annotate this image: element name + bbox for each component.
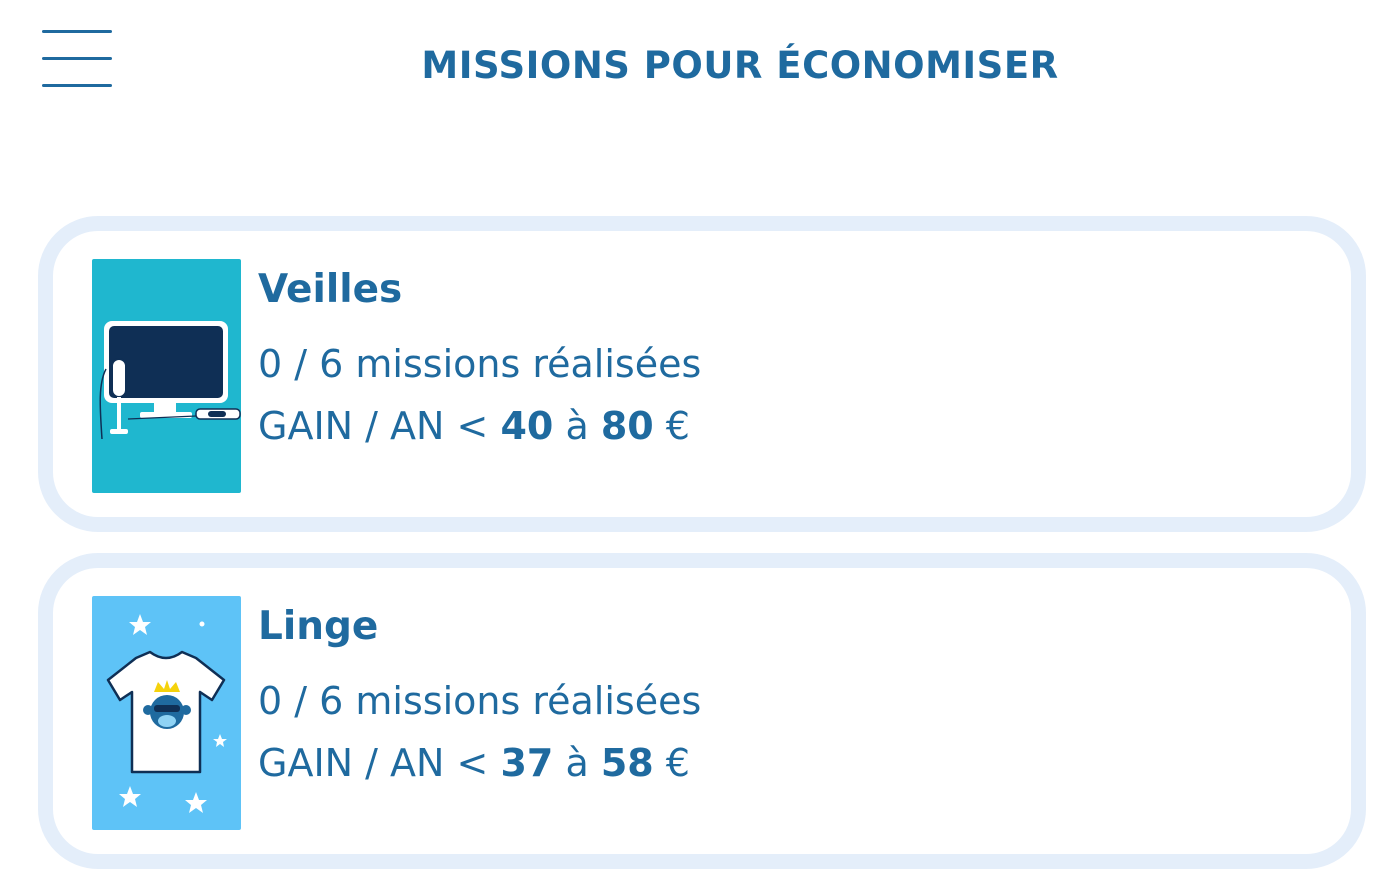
mission-progress: 0 / 6 missions réalisées — [258, 679, 702, 723]
gain-min: 40 — [500, 404, 554, 448]
gain-prefix: GAIN / AN < — [258, 404, 501, 448]
gain-suffix: € — [653, 404, 690, 448]
mission-gain: GAIN / AN < 40 à 80 € — [258, 404, 690, 448]
mission-gain: GAIN / AN < 37 à 58 € — [258, 741, 690, 785]
mission-card-veilles[interactable]: Veilles 0 / 6 missions réalisées GAIN / … — [38, 216, 1366, 532]
gain-suffix: € — [653, 741, 690, 785]
page-title: MISSIONS POUR ÉCONOMISER — [421, 44, 1059, 87]
mission-title: Veilles — [258, 267, 403, 312]
gain-max: 58 — [600, 741, 654, 785]
mission-card-linge[interactable]: Linge 0 / 6 missions réalisées GAIN / AN… — [38, 553, 1366, 869]
mission-progress: 0 / 6 missions réalisées — [258, 342, 702, 386]
mission-title: Linge — [258, 604, 379, 649]
tv-standby-icon — [92, 259, 241, 493]
tshirt-icon — [92, 596, 241, 830]
gain-max: 80 — [600, 404, 654, 448]
page: MISSIONS POUR ÉCONOMISER Veilles 0 / 6 m… — [0, 0, 1400, 880]
gain-separator: à — [553, 404, 601, 448]
gain-prefix: GAIN / AN < — [258, 741, 501, 785]
gain-separator: à — [553, 741, 601, 785]
gain-min: 37 — [500, 741, 554, 785]
hamburger-menu-icon — [42, 30, 112, 33]
